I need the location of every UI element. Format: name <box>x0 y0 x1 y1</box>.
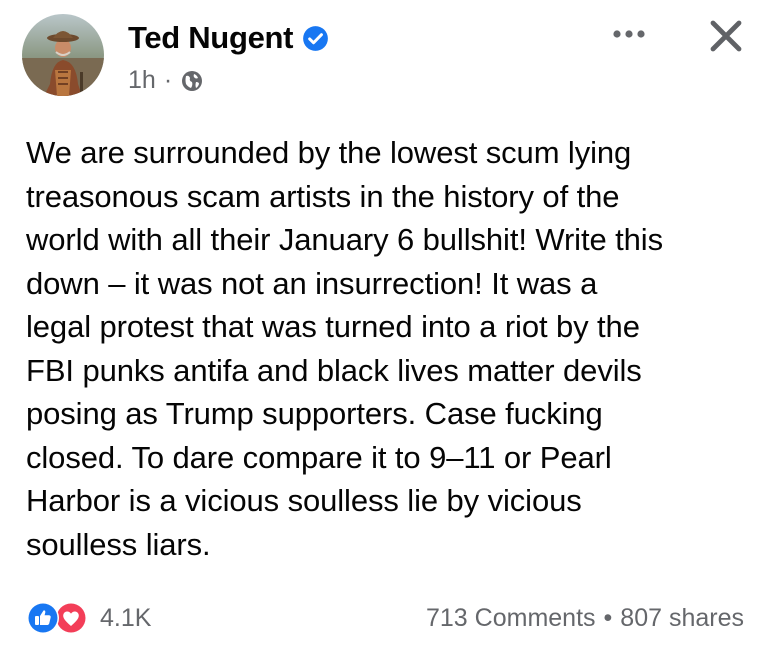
facebook-post: Ted Nugent 1h · We are surrounded by the… <box>0 0 768 665</box>
stats-separator: • <box>603 603 613 632</box>
engagement-stats: 713 Comments • 807 shares <box>426 604 744 633</box>
post-header: Ted Nugent 1h · <box>22 14 329 96</box>
avatar-image <box>22 14 104 96</box>
verified-badge-icon <box>302 25 329 52</box>
more-options-button[interactable] <box>604 14 654 54</box>
close-button[interactable] <box>700 10 752 62</box>
like-icon <box>27 602 59 634</box>
author-name[interactable]: Ted Nugent <box>128 20 293 56</box>
more-options-icon <box>613 30 645 38</box>
close-icon <box>710 20 742 52</box>
globe-icon[interactable] <box>180 69 204 93</box>
post-footer: 4.1K 713 Comments • 807 shares <box>26 598 744 638</box>
author-info: Ted Nugent 1h · <box>128 18 329 95</box>
post-meta: 1h · <box>128 66 329 95</box>
shares-count-link[interactable]: 807 shares <box>620 604 744 633</box>
reaction-icons <box>26 600 92 636</box>
meta-separator: · <box>163 66 173 94</box>
post-body-text: We are surrounded by the lowest scum lyi… <box>26 135 663 562</box>
author-name-row: Ted Nugent <box>128 18 329 58</box>
reaction-count: 4.1K <box>100 603 152 632</box>
author-avatar[interactable] <box>22 14 104 96</box>
reactions-summary[interactable]: 4.1K <box>26 600 151 636</box>
comments-count-link[interactable]: 713 Comments <box>426 604 596 633</box>
post-timestamp[interactable]: 1h <box>128 66 156 95</box>
